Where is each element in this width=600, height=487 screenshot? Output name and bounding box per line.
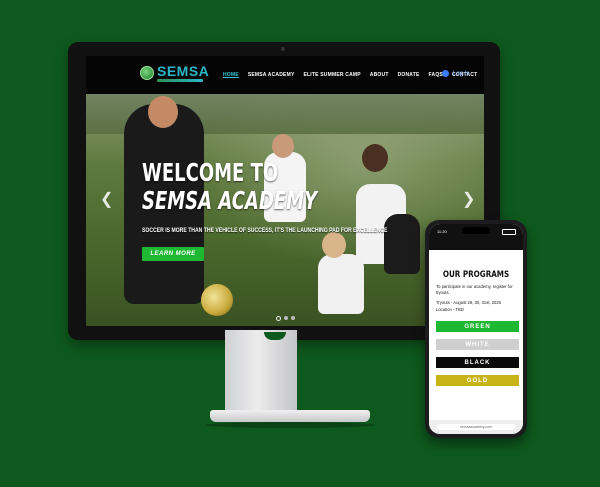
chevron-right-icon[interactable]: ❯ — [462, 192, 475, 208]
hero-photo-soccer-ball — [201, 284, 233, 316]
nav-item-donate[interactable]: DONATE — [398, 72, 420, 78]
mobile-phone: 11:20 OUR PROGRAMS To participate in our… — [425, 220, 527, 438]
hero-photo-player — [384, 214, 420, 274]
program-green-button[interactable]: GREEN — [436, 321, 519, 332]
hero-photo-player — [318, 254, 364, 314]
user-icon — [442, 70, 449, 77]
login-link[interactable]: Log In — [442, 70, 470, 77]
nav-item-semsa-academy[interactable]: SEMSA ACADEMY — [248, 72, 295, 78]
hero-photo-coach-head — [148, 96, 178, 128]
hero-photo-player-head — [272, 134, 294, 158]
monitor-stand-neck — [225, 330, 297, 418]
status-time: 11:20 — [437, 229, 447, 234]
programs-title: OUR PROGRAMS — [442, 270, 510, 280]
phone-notch — [462, 227, 490, 234]
site-navbar: SEMSA HOME SEMSA ACADEMY ELITE SUMMER CA… — [86, 56, 484, 94]
slide-dot[interactable] — [291, 316, 295, 320]
program-white-button[interactable]: WHITE — [436, 339, 519, 350]
logo-text: SEMSA — [157, 63, 210, 79]
phone-screen: 11:20 OUR PROGRAMS To participate in our… — [429, 224, 523, 434]
nav-links: HOME SEMSA ACADEMY ELITE SUMMER CAMP ABO… — [223, 72, 477, 78]
hero-tagline: SOCCER IS MORE THAN THE VEHICLE OF SUCCE… — [142, 228, 388, 234]
nav-item-home[interactable]: HOME — [223, 72, 239, 78]
phone-site-header — [429, 238, 523, 250]
login-label: Log In — [453, 70, 470, 77]
chevron-left-icon[interactable]: ❮ — [100, 192, 113, 208]
nav-item-faqs[interactable]: FAQS — [429, 72, 443, 78]
tryouts-location: Location - TBD — [436, 307, 464, 312]
tryouts-dates: Tryouts - August 29, 30, 31st, 2025 — [436, 300, 502, 305]
camera-dot — [281, 47, 285, 51]
soccer-ball-icon — [140, 66, 154, 80]
program-black-button[interactable]: BLACK — [436, 357, 519, 368]
monitor-shadow — [205, 422, 375, 428]
nav-item-about[interactable]: ABOUT — [370, 72, 389, 78]
hero-photo-player-head — [362, 144, 388, 172]
programs-intro: To participate in our academy, register … — [436, 284, 513, 295]
hero-photo-player-head — [322, 232, 346, 258]
phone-browser-bar: semsaacademy.com — [429, 420, 523, 434]
slide-dot[interactable] — [284, 316, 288, 320]
learn-more-button[interactable]: LEARN MORE — [142, 247, 204, 261]
site-logo[interactable]: SEMSA — [140, 64, 209, 82]
slide-indicators — [276, 316, 295, 321]
logo-subtitle-strip — [157, 79, 203, 82]
hero-title-line2: SEMSA ACADEMY — [142, 186, 318, 215]
url-field[interactable]: semsaacademy.com — [437, 424, 515, 430]
monitor-stand-base — [210, 410, 370, 422]
program-gold-button[interactable]: GOLD — [436, 375, 519, 386]
slide-dot[interactable] — [276, 316, 281, 321]
battery-icon — [502, 229, 516, 235]
nav-item-elite-summer-camp[interactable]: ELITE SUMMER CAMP — [304, 72, 361, 78]
phone-status-bar: 11:20 — [429, 224, 523, 238]
hero-title-line1: WELCOME TO — [142, 158, 279, 187]
